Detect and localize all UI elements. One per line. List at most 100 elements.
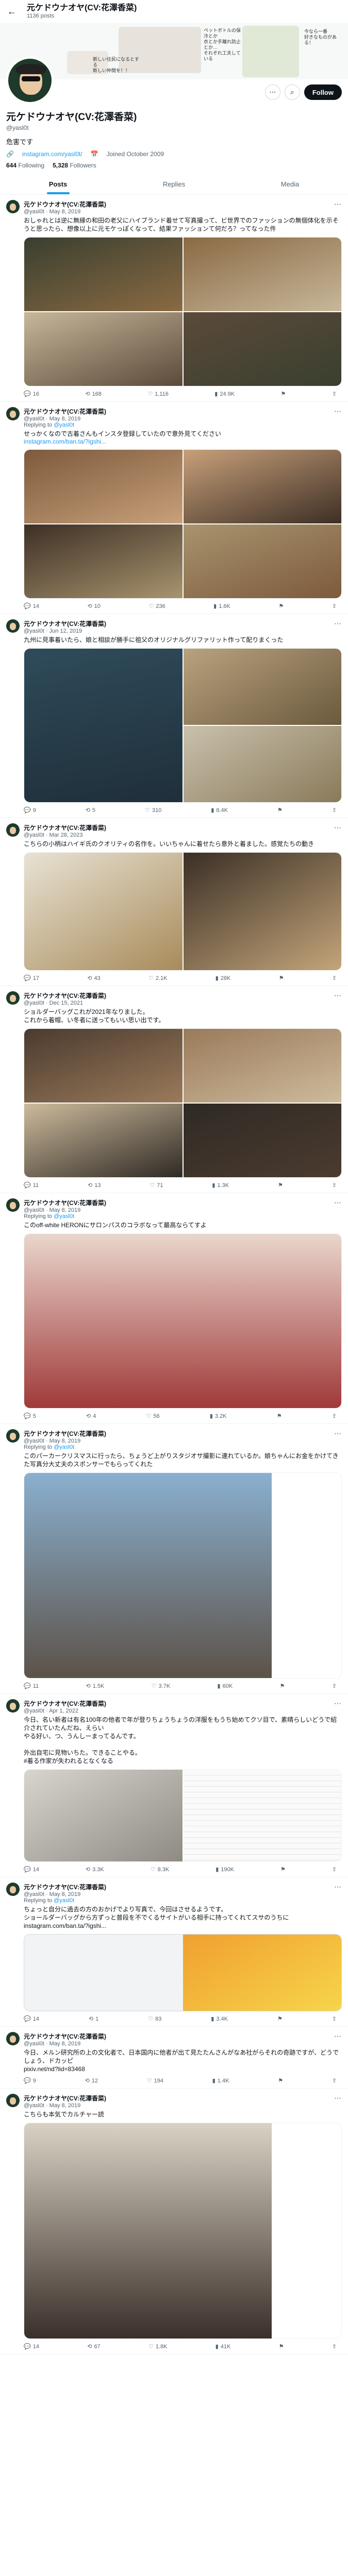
bookmark-icon[interactable]: ⚑ xyxy=(279,2343,284,2350)
like-action[interactable]: ♡ 1.8K xyxy=(148,2343,168,2350)
share-icon[interactable]: ⇪ xyxy=(332,603,337,609)
tweet-photo[interactable] xyxy=(183,1029,341,1103)
views-action[interactable]: ▮ 8.4K xyxy=(211,807,228,814)
following-count[interactable]: 644 Following xyxy=(6,162,44,169)
bookmark-icon[interactable]: ⚑ xyxy=(281,391,286,397)
more-icon[interactable]: ⋯ xyxy=(334,823,342,832)
bookmark-icon[interactable]: ⚑ xyxy=(280,1683,285,1689)
retweet-action[interactable]: ⟲ 43 xyxy=(87,975,100,982)
tweet-photo[interactable] xyxy=(24,1234,341,1408)
retweet-action[interactable]: ⟲ 3.3K xyxy=(86,1866,104,1873)
followers-count[interactable]: 5,328 Followers xyxy=(53,162,96,169)
views-action[interactable]: ▮ 1.6K xyxy=(213,603,230,610)
tweet-media[interactable] xyxy=(24,237,342,386)
tweet-photo[interactable] xyxy=(183,312,341,386)
bookmark-icon[interactable]: ⚑ xyxy=(278,1182,283,1189)
reply-action[interactable]: 💬 14 xyxy=(24,603,39,610)
avatar[interactable] xyxy=(6,1699,20,1713)
tweet[interactable]: 元ケドウナオヤ(CV:花澤香菜) ⋯ @yasl0t · May 8, 2019… xyxy=(0,1193,348,1424)
avatar[interactable] xyxy=(6,1198,20,1212)
views-action[interactable]: ▮ 41K xyxy=(216,2343,231,2350)
tab-replies[interactable]: Replies xyxy=(116,174,232,194)
tweet-media[interactable] xyxy=(24,449,342,599)
tweet-author[interactable]: 元ケドウナオヤ(CV:花澤香菜) xyxy=(24,1699,106,1708)
share-icon[interactable]: ⇪ xyxy=(332,975,337,981)
tweet-author[interactable]: 元ケドウナオヤ(CV:花澤香菜) xyxy=(24,1429,106,1438)
bookmark-icon[interactable]: ⚑ xyxy=(279,975,284,981)
share-icon[interactable]: ⇪ xyxy=(332,1182,337,1189)
reply-action[interactable]: 💬 14 xyxy=(24,1866,39,1873)
share-icon[interactable]: ⇪ xyxy=(332,391,337,397)
bookmark-icon[interactable]: ⚑ xyxy=(277,1413,282,1419)
bookmark-icon[interactable]: ⚑ xyxy=(278,603,284,609)
tweet-photo[interactable] xyxy=(24,2123,272,2338)
like-action[interactable]: ♡ 2.1K xyxy=(148,975,168,982)
tweet-photo[interactable] xyxy=(24,524,183,598)
link-card[interactable] xyxy=(24,1934,342,2011)
views-action[interactable]: ▮ 3.4K xyxy=(211,2015,228,2023)
tweet-photo[interactable] xyxy=(24,1473,272,1678)
search-icon[interactable]: ⌕ xyxy=(284,84,300,100)
retweet-action[interactable]: ⟲ 13 xyxy=(88,1182,101,1189)
tweet-photo[interactable] xyxy=(183,649,341,725)
share-icon[interactable]: ⇪ xyxy=(332,807,337,814)
more-icon[interactable]: ⋯ xyxy=(264,84,280,100)
more-icon[interactable]: ⋯ xyxy=(334,1699,342,1708)
like-action[interactable]: ♡ 194 xyxy=(147,2077,163,2084)
tweet-media[interactable] xyxy=(24,1028,342,1178)
avatar[interactable] xyxy=(6,407,20,420)
retweet-action[interactable]: ⟲ 10 xyxy=(87,603,100,610)
more-icon[interactable]: ⋯ xyxy=(334,2094,342,2103)
avatar[interactable] xyxy=(6,2094,20,2107)
like-action[interactable]: ♡ 83 xyxy=(148,2015,161,2023)
tweet-photo[interactable] xyxy=(183,853,341,970)
views-action[interactable]: ▮ 60K xyxy=(218,1683,233,1690)
tweet[interactable]: 元ケドウナオヤ(CV:花澤香菜) ⋯ @yasl0t · Jun 12, 201… xyxy=(0,614,348,818)
tweet-photo[interactable] xyxy=(24,1770,183,1861)
tweet[interactable]: 元ケドウナオヤ(CV:花澤香菜) ⋯ @yasl0t · Apr 1, 2022… xyxy=(0,1694,348,1877)
tab-posts[interactable]: Posts xyxy=(0,174,116,194)
tweet-author[interactable]: 元ケドウナオヤ(CV:花澤香菜) xyxy=(24,823,106,832)
like-action[interactable]: ♡ 56 xyxy=(146,1413,160,1420)
tweet[interactable]: 元ケドウナオヤ(CV:花澤香菜) ⋯ @yasl0t · May 8, 2019… xyxy=(0,1424,348,1694)
tweet-media[interactable] xyxy=(24,648,342,803)
tweet-photo[interactable] xyxy=(183,1104,341,1177)
more-icon[interactable]: ⋯ xyxy=(334,2032,342,2041)
tweet[interactable]: 元ケドウナオヤ(CV:花澤香菜) ⋯ @yasl0t · Mar 28, 202… xyxy=(0,818,348,986)
tweet-author[interactable]: 元ケドウナオヤ(CV:花澤香菜) xyxy=(24,2094,106,2103)
tweet-photo[interactable] xyxy=(24,1104,183,1177)
follow-button[interactable]: Follow xyxy=(304,84,342,100)
like-action[interactable]: ♡ 236 xyxy=(148,603,165,610)
more-icon[interactable]: ⋯ xyxy=(334,1883,342,1891)
share-icon[interactable]: ⇪ xyxy=(332,1413,337,1419)
tweet-author[interactable]: 元ケドウナオヤ(CV:花澤香菜) xyxy=(24,1883,106,1891)
retweet-action[interactable]: ⟲ 1 xyxy=(89,2015,98,2023)
like-action[interactable]: ♡ 310 xyxy=(145,807,161,814)
tweet-photo[interactable] xyxy=(183,450,341,523)
tweet-media[interactable] xyxy=(24,2123,342,2339)
tweet-author[interactable]: 元ケドウナオヤ(CV:花澤香菜) xyxy=(24,1198,106,1207)
tweet-author[interactable]: 元ケドウナオヤ(CV:花澤香菜) xyxy=(24,407,106,416)
more-icon[interactable]: ⋯ xyxy=(334,991,342,1000)
tweet[interactable]: 元ケドウナオヤ(CV:花澤香菜) ⋯ @yasl0t · May 8, 2019… xyxy=(0,402,348,614)
bookmark-icon[interactable]: ⚑ xyxy=(277,2015,283,2022)
tweet-photo[interactable] xyxy=(24,312,183,386)
tweet[interactable]: 元ケドウナオヤ(CV:花澤香菜) ⋯ @yasl0t · May 8, 2019… xyxy=(0,1877,348,2027)
share-icon[interactable]: ⇪ xyxy=(332,2077,337,2084)
more-icon[interactable]: ⋯ xyxy=(334,1429,342,1438)
avatar[interactable] xyxy=(6,1883,20,1896)
retweet-action[interactable]: ⟲ 5 xyxy=(86,807,95,814)
more-icon[interactable]: ⋯ xyxy=(334,407,342,416)
tweet-media[interactable] xyxy=(24,1769,342,1862)
tweet-photo[interactable] xyxy=(24,238,183,311)
tweet[interactable]: 元ケドウナオヤ(CV:花澤香菜) ⋯ @yasl0t · May 8, 2019… xyxy=(0,2027,348,2089)
tweet-photo[interactable] xyxy=(183,524,341,598)
tweet-photo[interactable] xyxy=(24,450,183,523)
avatar[interactable] xyxy=(6,1429,20,1443)
tweet-photo[interactable] xyxy=(183,726,341,802)
tweet-photo[interactable] xyxy=(183,238,341,311)
tweet-author[interactable]: 元ケドウナオヤ(CV:花澤香菜) xyxy=(24,200,106,209)
reply-action[interactable]: 💬 14 xyxy=(24,2343,39,2350)
more-icon[interactable]: ⋯ xyxy=(334,200,342,209)
more-icon[interactable]: ⋯ xyxy=(334,1198,342,1207)
